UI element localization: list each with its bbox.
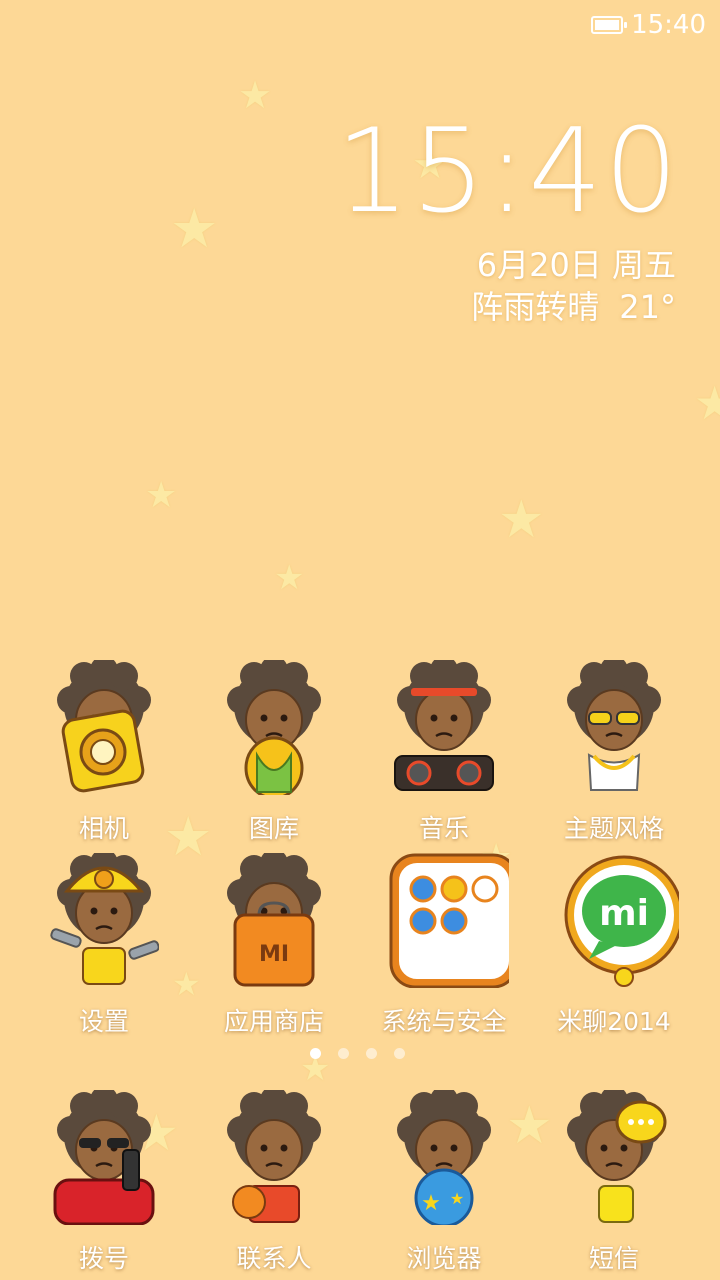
folder-icon bbox=[389, 853, 509, 988]
svg-text:★: ★ bbox=[450, 1189, 464, 1208]
app-label: 拨号 bbox=[78, 1244, 129, 1273]
page-dot-3[interactable] bbox=[366, 1048, 377, 1059]
themes-icon bbox=[567, 660, 661, 791]
star-decoration: ★ bbox=[694, 376, 720, 430]
weekday-label: 周五 bbox=[611, 246, 676, 284]
dock-contacts[interactable]: 联系人 bbox=[189, 1090, 359, 1275]
settings-icon bbox=[50, 853, 159, 985]
star-decoration: ★ bbox=[238, 73, 273, 117]
music-icon bbox=[394, 660, 494, 791]
weather-condition: 阵雨转晴 bbox=[471, 288, 600, 326]
app-label: 系统与安全 bbox=[381, 1007, 507, 1036]
app-themes[interactable]: 主题风格 bbox=[529, 660, 699, 845]
contacts-icon bbox=[227, 1090, 321, 1223]
app-label: 图库 bbox=[248, 814, 299, 843]
app-label: 设置 bbox=[78, 1007, 129, 1036]
app-folder-system-security[interactable]: 系统与安全 bbox=[359, 853, 529, 1038]
camera-icon bbox=[57, 660, 151, 793]
app-label: 相机 bbox=[78, 814, 129, 843]
app-label: 音乐 bbox=[418, 814, 469, 843]
page-dot-1[interactable] bbox=[310, 1048, 321, 1059]
page-indicator[interactable] bbox=[310, 1048, 405, 1059]
app-gallery[interactable]: 图库 bbox=[189, 660, 359, 845]
app-camera[interactable]: 相机 bbox=[19, 660, 189, 845]
star-decoration: ★ bbox=[498, 490, 545, 550]
app-label: 联系人 bbox=[236, 1244, 312, 1273]
messages-icon bbox=[567, 1090, 667, 1223]
app-label: 应用商店 bbox=[223, 1007, 324, 1036]
miliao-icon: mi bbox=[564, 855, 679, 987]
gallery-icon bbox=[227, 660, 321, 795]
dock-phone[interactable]: 拨号 bbox=[19, 1090, 189, 1275]
phone-icon bbox=[53, 1090, 155, 1225]
date-label: 6月20日 bbox=[476, 246, 602, 284]
star-decoration: ★ bbox=[145, 475, 178, 516]
app-music[interactable]: 音乐 bbox=[359, 660, 529, 845]
status-time: 15:40 bbox=[631, 10, 706, 40]
app-label: 主题风格 bbox=[563, 814, 664, 843]
app-miliao[interactable]: mi 米聊2014 bbox=[529, 853, 699, 1038]
app-settings[interactable]: 设置 bbox=[19, 853, 189, 1038]
dock-browser[interactable]: ★ ★ 浏览器 bbox=[359, 1090, 529, 1275]
page-dot-4[interactable] bbox=[394, 1048, 405, 1059]
svg-text:mi: mi bbox=[599, 893, 649, 934]
svg-text:★: ★ bbox=[421, 1191, 441, 1216]
app-store-icon: MI bbox=[227, 853, 321, 987]
battery-full-icon bbox=[591, 16, 628, 34]
browser-icon: ★ ★ bbox=[397, 1090, 491, 1225]
page-dot-2[interactable] bbox=[338, 1048, 349, 1059]
app-label: 米聊2014 bbox=[557, 1007, 671, 1036]
temperature-label: 21° bbox=[619, 288, 676, 326]
clock-date[interactable]: 6月20日 周五 bbox=[477, 240, 676, 286]
clock-time[interactable]: 15:40 bbox=[336, 104, 680, 239]
dock-messages[interactable]: 短信 bbox=[529, 1090, 699, 1275]
weather-widget[interactable]: 阵雨转晴 21° bbox=[471, 282, 676, 328]
app-label: 浏览器 bbox=[406, 1244, 482, 1273]
app-app-store[interactable]: MI 应用商店 bbox=[189, 853, 359, 1038]
star-decoration: ★ bbox=[170, 197, 219, 260]
status-bar: 15:40 bbox=[591, 10, 706, 40]
star-decoration: ★ bbox=[274, 558, 305, 598]
svg-text:MI: MI bbox=[259, 942, 289, 967]
app-label: 短信 bbox=[588, 1244, 639, 1273]
